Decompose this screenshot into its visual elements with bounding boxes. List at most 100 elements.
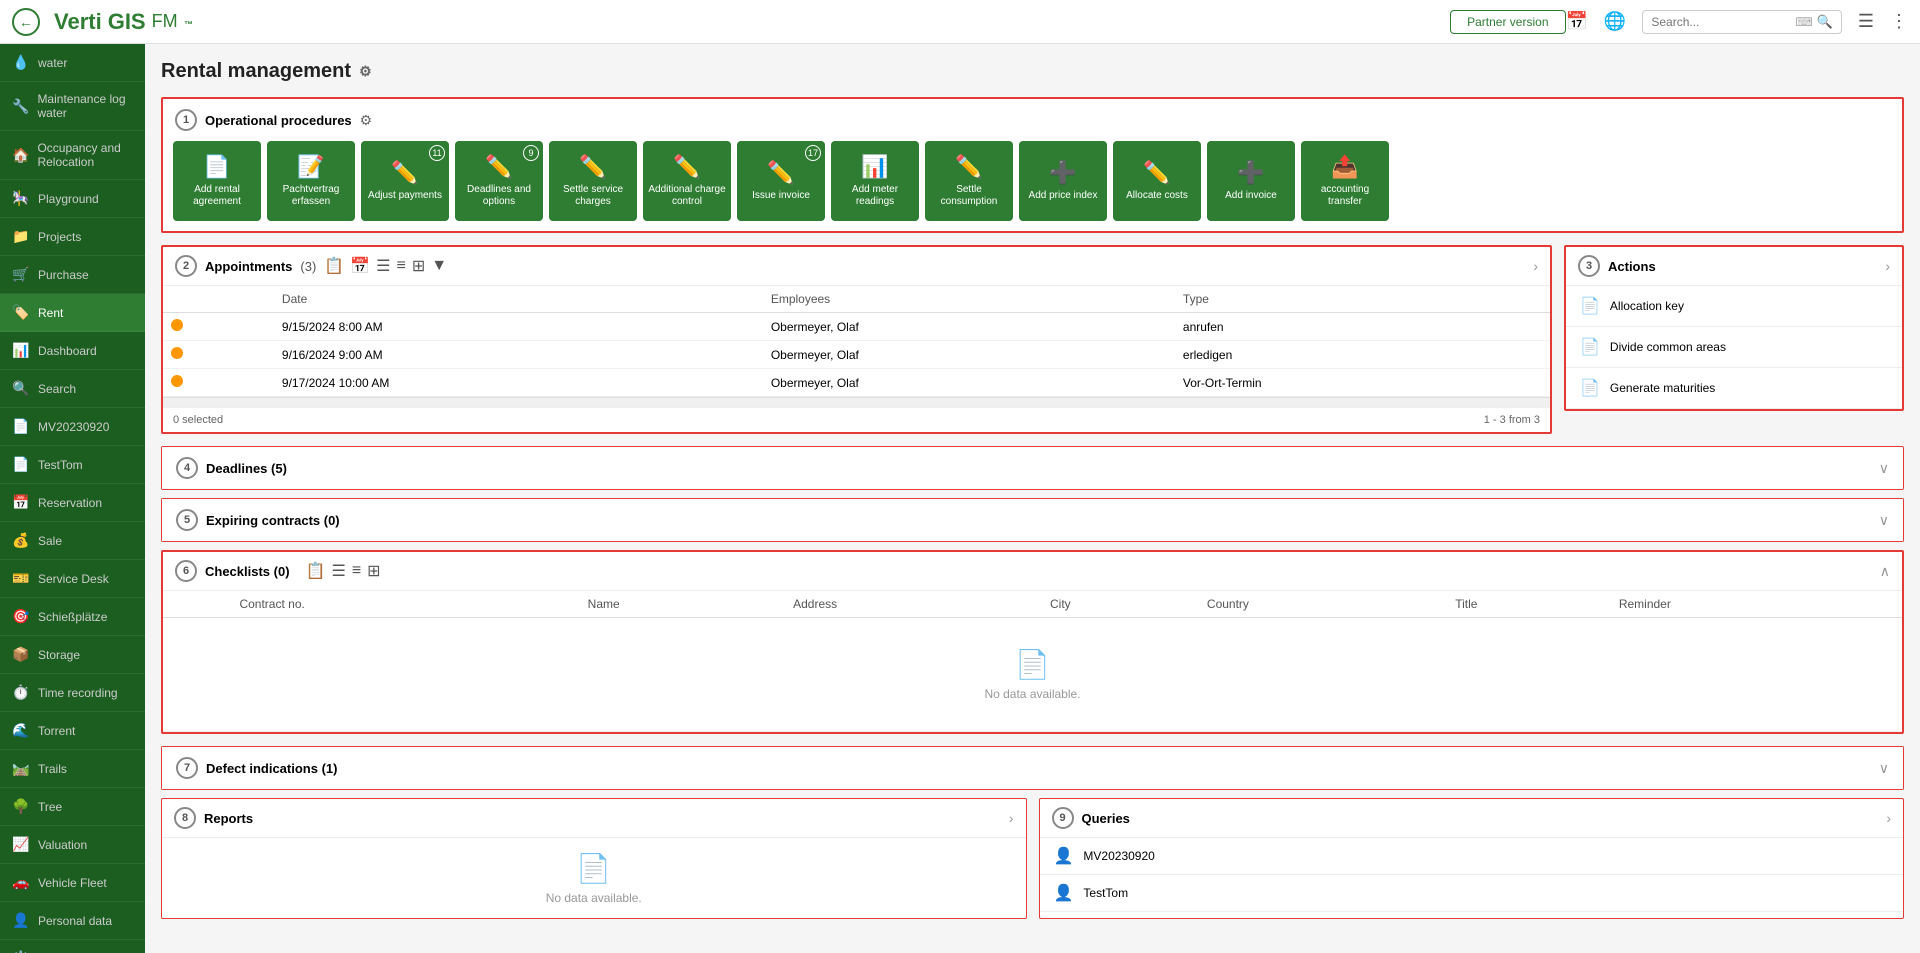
defect-header[interactable]: 7 Defect indications (1) ∨ [162,747,1903,789]
actions-section: 3 Actions › 📄Allocation key📄Divide commo… [1564,245,1904,411]
op-btn-add-meter-readings[interactable]: 📊Add meter readings [831,141,919,221]
sidebar-item-torrent[interactable]: 🌊Torrent [0,712,145,750]
sidebar-item-reservation[interactable]: 📅Reservation [0,484,145,522]
reports-expand[interactable]: › [1009,810,1014,826]
op-btn-deadlines-and-options[interactable]: 9✏️Deadlines and options [455,141,543,221]
search-box[interactable]: ⌨ 🔍 [1642,10,1842,34]
sidebar-item-testtom[interactable]: 📄TestTom [0,446,145,484]
sidebar-item-service-desk[interactable]: 🎫Service Desk [0,560,145,598]
calendar-icon[interactable]: 📅 [1566,11,1588,32]
checklists-table: Contract no. Name Address City Country T… [163,591,1902,732]
page-title-text: Rental management [161,60,351,83]
deadlines-chevron[interactable]: ∨ [1879,460,1889,477]
sidebar-item-purchase[interactable]: 🛒Purchase [0,256,145,294]
query-icon: 👤 [1054,883,1074,903]
calendar-view-icon[interactable]: 📅 [350,256,370,276]
keyboard-icon: ⌨ [1795,15,1812,29]
globe-icon[interactable]: 🌐 [1604,11,1626,32]
sidebar-item-rent[interactable]: 🏷️Rent [0,294,145,332]
query-item-testtom[interactable]: 👤TestTom [1040,875,1904,912]
op-btn-settle-consumption[interactable]: ✏️Settle consumption [925,141,1013,221]
sidebar-item-search[interactable]: 🔍Search [0,370,145,408]
reports-no-data-icon: 📄 [576,852,611,885]
sidebar-icon: 🛒 [12,266,30,283]
list-view-icon[interactable]: ≡ [396,257,405,275]
svg-text:™: ™ [184,19,193,29]
cl-no-data-text: No data available. [984,687,1080,701]
expiring-chevron[interactable]: ∨ [1879,512,1889,529]
checklists-chevron[interactable]: ∧ [1880,563,1890,580]
apt-col-employees: Employees [763,286,1175,313]
sidebar-item-personal-data[interactable]: 👤Personal data [0,902,145,940]
op-btn-add-invoice[interactable]: ➕Add invoice [1207,141,1295,221]
table-row[interactable]: 9/15/2024 8:00 AM Obermeyer, Olaf anrufe… [163,313,1550,341]
sidebar-item-administration[interactable]: ⚙️Administration [0,940,145,953]
sidebar-item-maintenance-log-water[interactable]: 🔧Maintenance log water [0,82,145,131]
table-row[interactable]: 9/16/2024 9:00 AM Obermeyer, Olaf erledi… [163,341,1550,369]
sidebar-icon: 📁 [12,228,30,245]
sidebar-label: Rent [38,306,63,320]
queries-expand[interactable]: › [1886,810,1891,826]
sidebar-item-tree[interactable]: 🌳Tree [0,788,145,826]
action-item-generate-maturities[interactable]: 📄Generate maturities [1566,368,1902,409]
op-btn-add-price-index[interactable]: ➕Add price index [1019,141,1107,221]
sidebar-item-sale[interactable]: 💰Sale [0,522,145,560]
op-btn-settle-service-charges[interactable]: ✏️Settle service charges [549,141,637,221]
sidebar-item-time-recording[interactable]: ⏱️Time recording [0,674,145,712]
filter-icon[interactable]: ☰ [376,256,390,276]
op-btn-icon: ✏️ [391,160,418,186]
op-btn-allocate-costs[interactable]: ✏️Allocate costs [1113,141,1201,221]
op-settings-icon[interactable]: ⚙ [360,112,373,129]
sidebar-item-occupancy-and-relocation[interactable]: 🏠Occupancy and Relocation [0,131,145,180]
apt-chevron-right[interactable]: › [1533,258,1538,274]
search-icon[interactable]: 🔍 [1817,14,1833,30]
back-button[interactable]: ← [12,8,40,36]
apt-selected: 0 selected [173,414,223,426]
page-settings-icon[interactable]: ⚙ [359,63,372,80]
checklists-badge: 6 [175,560,197,582]
sidebar-item-playground[interactable]: 🎠Playground [0,180,145,218]
sidebar-item-vehicle-fleet[interactable]: 🚗Vehicle Fleet [0,864,145,902]
op-btn-accounting-transfer[interactable]: 📤accounting transfer [1301,141,1389,221]
deadlines-header[interactable]: 4 Deadlines (5) ∨ [162,447,1903,489]
op-btn-additional-charge-control[interactable]: ✏️Additional charge control [643,141,731,221]
cl-list-icon[interactable]: ≡ [352,562,361,580]
sidebar-item-schießplätze[interactable]: 🎯Schießplätze [0,598,145,636]
apt-scrollbar[interactable] [163,397,1550,407]
sidebar-item-water[interactable]: 💧water [0,44,145,82]
grid-view-icon[interactable]: ⊞ [412,256,425,276]
action-item-allocation-key[interactable]: 📄Allocation key [1566,286,1902,327]
cl-grid-icon[interactable]: ⊞ [367,561,380,581]
op-buttons-grid: 📄Add rental agreement📝Pachtvertrag erfas… [163,131,1902,231]
action-item-divide-common-areas[interactable]: 📄Divide common areas [1566,327,1902,368]
sidebar-item-storage[interactable]: 📦Storage [0,636,145,674]
op-btn-label: Pachtvertrag erfassen [271,184,351,208]
op-btn-issue-invoice[interactable]: 17✏️Issue invoice [737,141,825,221]
query-item-mv20230920[interactable]: 👤MV20230920 [1040,838,1904,875]
sidebar-item-dashboard[interactable]: 📊Dashboard [0,332,145,370]
more-vert-icon[interactable]: ⋮ [1890,11,1908,32]
sidebar-label: Reservation [38,496,102,510]
actions-chevron-right[interactable]: › [1885,258,1890,274]
add-appointment-icon[interactable]: 📋 [324,256,344,276]
expiring-header[interactable]: 5 Expiring contracts (0) ∨ [162,499,1903,541]
op-btn-add-rental-agreement[interactable]: 📄Add rental agreement [173,141,261,221]
cl-filter-icon[interactable]: ☰ [331,561,345,581]
checklists-collapse: ∧ [1880,563,1890,580]
op-btn-adjust-payments[interactable]: 11✏️Adjust payments [361,141,449,221]
sidebar-item-trails[interactable]: 🛤️Trails [0,750,145,788]
apt-col-date[interactable]: Date [274,286,763,313]
cl-add-icon[interactable]: 📋 [306,561,326,581]
sidebar-item-projects[interactable]: 📁Projects [0,218,145,256]
partner-version-button[interactable]: Partner version [1450,10,1565,34]
defect-chevron[interactable]: ∨ [1879,760,1889,777]
apt-date: 9/16/2024 9:00 AM [274,341,763,369]
sidebar-item-mv20230920[interactable]: 📄MV20230920 [0,408,145,446]
filter-list-icon[interactable]: ☰ [1858,11,1874,32]
advanced-filter-icon[interactable]: ▼ [431,257,447,275]
table-row[interactable]: 9/17/2024 10:00 AM Obermeyer, Olaf Vor-O… [163,369,1550,397]
sidebar-item-valuation[interactable]: 📈Valuation [0,826,145,864]
op-btn-icon: ➕ [1049,160,1076,186]
search-input[interactable] [1651,15,1791,29]
op-btn-pachtvertrag-erfassen[interactable]: 📝Pachtvertrag erfassen [267,141,355,221]
